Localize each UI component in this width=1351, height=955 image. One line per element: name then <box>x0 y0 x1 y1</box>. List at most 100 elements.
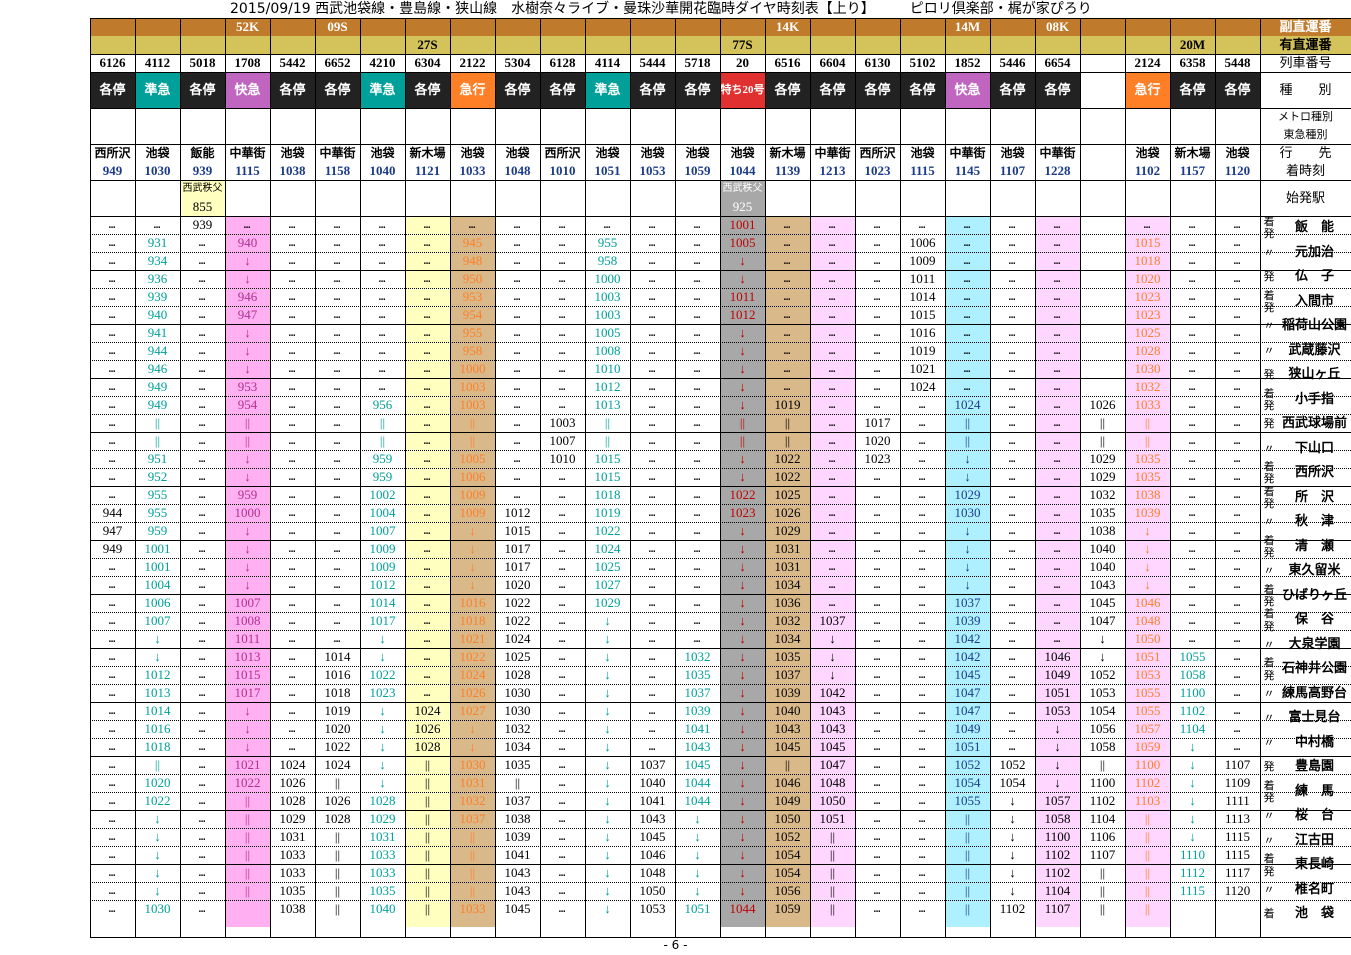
time-cell: || <box>829 847 836 862</box>
train-destination: 飯能 <box>190 146 215 160</box>
station-name: 仏 子 <box>1294 269 1334 285</box>
time-cell: … <box>1188 506 1197 519</box>
time-cell: || <box>964 901 971 916</box>
time-cell: … <box>513 254 522 267</box>
time-cell: 945 <box>462 235 483 250</box>
time-cell: … <box>873 650 882 663</box>
time-cell: || <box>379 433 386 448</box>
time-cell: 1032 <box>774 613 801 628</box>
time-cell: 1022 <box>774 469 801 484</box>
time-cell: 1020 <box>324 721 351 736</box>
time-cell: … <box>333 362 342 375</box>
station-name: 東長崎 <box>1294 857 1334 873</box>
time-cell: 952 <box>147 469 168 484</box>
time-cell: … <box>693 416 702 429</box>
time-cell: 1040 <box>1089 559 1116 574</box>
time-cell: 1036 <box>774 595 801 610</box>
time-cell: || <box>244 415 251 430</box>
time-cell: ↓ <box>739 739 746 754</box>
time-cell: 1014 <box>324 649 351 664</box>
time-cell: 1018 <box>324 685 351 700</box>
time-cell: … <box>108 686 117 699</box>
time-cell: ↓ <box>1189 757 1196 772</box>
station-name: 狭山ヶ丘 <box>1288 367 1341 383</box>
train-type: 準急 <box>360 72 405 108</box>
time-cell: … <box>1053 524 1062 537</box>
column-divider <box>1125 18 1126 937</box>
time-cell: … <box>828 596 837 609</box>
time-cell: ↓ <box>379 775 386 790</box>
time-cell: … <box>513 290 522 303</box>
column-divider <box>1215 18 1216 937</box>
train-number: 2122 <box>459 55 486 70</box>
row-divider <box>90 810 1351 811</box>
time-cell: 1028 <box>504 667 531 682</box>
time-cell: … <box>1188 344 1197 357</box>
time-cell: … <box>918 902 927 915</box>
time-cell: … <box>108 578 117 591</box>
time-cell: … <box>1233 452 1242 465</box>
time-cell: ↓ <box>244 577 251 592</box>
column-divider <box>1260 18 1261 937</box>
train-destination: 中華街 <box>814 146 851 160</box>
time-cell: 1024 <box>504 631 531 646</box>
time-cell: 1013 <box>234 649 261 664</box>
time-cell: … <box>108 272 117 285</box>
time-cell: … <box>288 236 297 249</box>
train-type: 快急 <box>945 72 990 108</box>
time-cell: … <box>558 704 567 717</box>
time-cell: 941 <box>147 325 168 340</box>
time-cell: 1107 <box>1089 847 1116 862</box>
time-cell: 1046 <box>1134 595 1161 610</box>
time-cell: … <box>873 362 882 375</box>
arrive-depart-mark: 着 発 <box>1263 853 1275 878</box>
time-cell: ↓ <box>694 811 701 826</box>
time-cell: … <box>1233 380 1242 393</box>
time-cell: ↓ <box>739 541 746 556</box>
station-name: 池 袋 <box>1294 906 1334 922</box>
time-cell: || <box>1144 883 1151 898</box>
time-cell: 1033 <box>369 847 396 862</box>
time-cell: … <box>648 254 657 267</box>
time-cell: … <box>108 740 117 753</box>
time-cell: || <box>334 901 341 916</box>
train-type: 各停 <box>90 72 135 108</box>
time-cell: … <box>558 236 567 249</box>
time-cell <box>1080 324 1125 342</box>
time-cell: ↓ <box>469 523 476 538</box>
time-cell: … <box>1008 308 1017 321</box>
time-cell: 1046 <box>639 847 666 862</box>
time-cell: … <box>693 218 702 231</box>
column-divider <box>990 18 991 937</box>
time-cell: … <box>783 308 792 321</box>
unyo-code: 27S <box>417 37 438 52</box>
time-cell: … <box>648 308 657 321</box>
time-cell: … <box>828 380 837 393</box>
time-cell: 1049 <box>1044 667 1071 682</box>
time-cell: … <box>333 398 342 411</box>
row-divider <box>90 396 1351 397</box>
station-name: 入間市 <box>1294 293 1334 309</box>
time-cell <box>1080 234 1125 252</box>
time-cell: 956 <box>372 397 393 412</box>
time-cell: 948 <box>462 253 483 268</box>
time-cell: ↓ <box>1054 775 1061 790</box>
time-cell: 1004 <box>369 505 396 520</box>
time-cell: … <box>288 254 297 267</box>
time-cell: 1050 <box>819 793 846 808</box>
arrive-depart-mark: 発 <box>1263 761 1275 774</box>
time-cell: … <box>333 596 342 609</box>
time-cell: … <box>1233 596 1242 609</box>
time-cell: … <box>1053 254 1062 267</box>
time-cell: … <box>378 308 387 321</box>
time-cell: ↓ <box>379 631 386 646</box>
train-number: 5444 <box>639 55 666 70</box>
time-cell: 1005 <box>459 451 486 466</box>
time-cell: ↓ <box>604 631 611 646</box>
time-cell: 1019 <box>594 505 621 520</box>
time-cell: … <box>198 578 207 591</box>
time-cell: … <box>288 632 297 645</box>
train-number: 6358 <box>1179 55 1206 70</box>
time-cell: 1024 <box>954 397 981 412</box>
time-cell: 1038 <box>1089 523 1116 538</box>
